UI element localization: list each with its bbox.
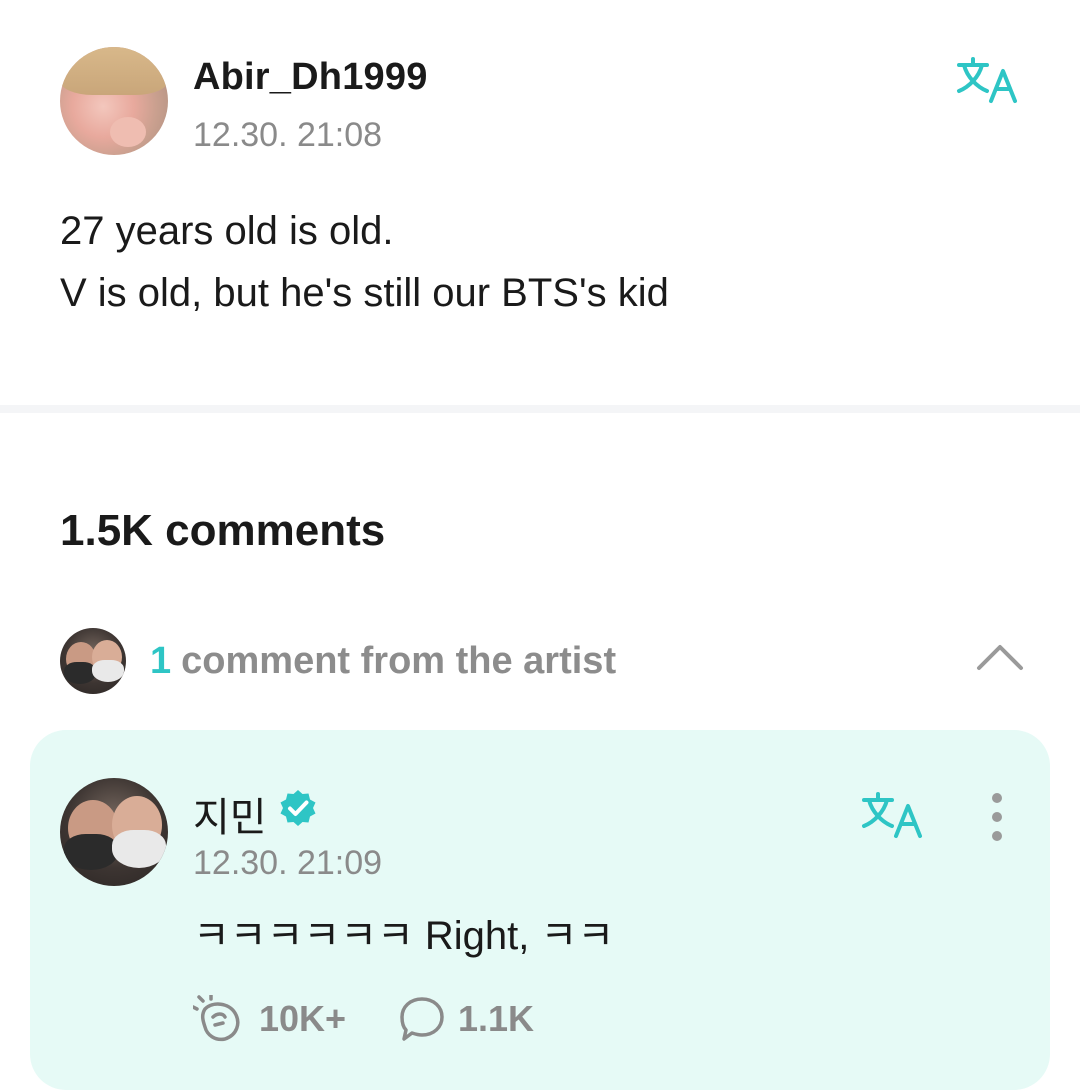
reply-count: 1.1K — [458, 998, 535, 1039]
post-author-avatar[interactable] — [60, 47, 168, 155]
section-divider — [0, 405, 1080, 413]
post-body: 27 years old is old. V is old, but he's … — [60, 200, 669, 324]
post-body-line: 27 years old is old. — [60, 209, 394, 253]
chevron-up-icon[interactable] — [975, 640, 1025, 674]
artist-name[interactable]: 지민 — [193, 785, 267, 843]
cheer-button[interactable]: 10K+ — [193, 995, 346, 1043]
post-author-name[interactable]: Abir_Dh1999 — [193, 56, 428, 99]
artist-comment-toggle[interactable]: 1 comment from the artist — [150, 640, 616, 683]
post-body-line: V is old, but he's still our BTS's kid — [60, 271, 669, 315]
cheer-count: 10K+ — [259, 998, 347, 1039]
artist-comment-count: 1 — [150, 640, 172, 682]
comment-bubble-icon — [400, 997, 444, 1041]
artist-avatar[interactable] — [60, 778, 168, 886]
translate-icon[interactable] — [955, 55, 1021, 107]
artist-comment-timestamp: 12.30. 21:09 — [193, 844, 383, 882]
cheer-icon — [193, 995, 240, 1042]
comments-count: 1.5K comments — [60, 506, 386, 555]
verified-badge-icon — [280, 790, 316, 826]
artist-comment-text: ㅋㅋㅋㅋㅋㅋ Right, ㅋㅋ — [193, 914, 615, 958]
artist-row-avatar — [60, 628, 126, 694]
artist-comment-label: comment from the artist — [181, 640, 617, 682]
more-options-icon[interactable] — [980, 792, 1014, 844]
post-timestamp: 12.30. 21:08 — [193, 116, 383, 154]
reply-button[interactable]: 1.1K — [398, 995, 534, 1043]
translate-icon[interactable] — [860, 790, 926, 842]
